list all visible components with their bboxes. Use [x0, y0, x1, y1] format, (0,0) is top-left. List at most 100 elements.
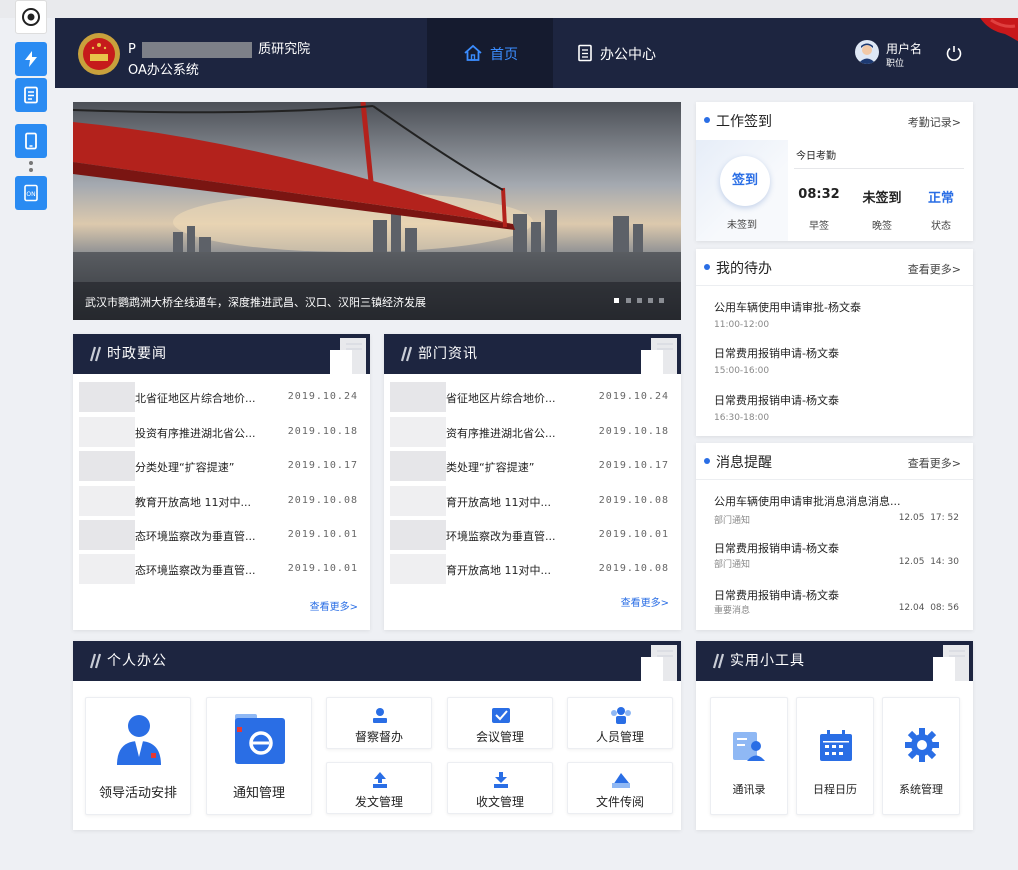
- tool-calendar[interactable]: 日程日历: [796, 697, 874, 815]
- banner-caption[interactable]: 武汉市鹦鹉洲大桥全线通车，深度推进武昌、汉口、汉阳三镇经济发展: [85, 294, 426, 310]
- tool-system-management[interactable]: 系统管理: [882, 697, 960, 815]
- news-thumbnail[interactable]: [390, 520, 446, 550]
- news-row-date: 2019.10.17: [598, 460, 669, 471]
- toggle-on-icon[interactable]: ON: [15, 176, 47, 210]
- message-more-link[interactable]: 查看更多>: [908, 455, 961, 471]
- nav-label-office: 办公中心: [600, 47, 656, 63]
- document-stack-deco-icon: [641, 338, 677, 374]
- news-thumbnail[interactable]: [79, 451, 135, 481]
- svg-text:ON: ON: [26, 191, 35, 198]
- dept-more-link[interactable]: 查看更多>: [621, 594, 669, 609]
- todo-item[interactable]: 日常费用报销申请-杨文泰 15:00-16:00: [714, 345, 839, 376]
- news-row[interactable]: 态环境监察改为垂直管... 2019.10.01: [73, 520, 370, 550]
- phone-icon[interactable]: [15, 124, 47, 158]
- meeting-icon: [492, 708, 510, 723]
- signin-area: 签到 未签到: [696, 140, 788, 241]
- message-item[interactable]: 日常费用报销申请-杨文泰 重要消息 12.04 08: 56: [714, 587, 959, 621]
- top-strip: [0, 0, 1018, 18]
- floating-toolbar: ON: [0, 0, 50, 230]
- org-name-suffix: 质研究院: [258, 42, 311, 57]
- attendance-morning-label: 早签: [809, 221, 829, 232]
- carousel-dot[interactable]: [637, 298, 642, 303]
- news-row-title: 分类处理“扩容提速”: [135, 461, 235, 474]
- carousel-dot[interactable]: [659, 298, 664, 303]
- lightning-icon[interactable]: [15, 42, 47, 76]
- personal-office-panel: 个人办公 领导活动安排 通知管理 督察督办 会议管理 人员管理 发文管理 收文管…: [73, 641, 681, 830]
- user-name[interactable]: 用户名: [886, 40, 922, 57]
- message-divider: [696, 479, 973, 480]
- news-row[interactable]: 资有序推进湖北省公... 2019.10.18: [384, 417, 681, 447]
- tile-label: 发文管理: [354, 795, 403, 809]
- news-row-date: 2019.10.18: [598, 426, 669, 437]
- carousel-dot[interactable]: [626, 298, 631, 303]
- dot: [29, 168, 33, 172]
- news-thumbnail[interactable]: [79, 554, 135, 584]
- today-attendance-label: 今日考勤: [796, 151, 836, 162]
- carousel-dot-active[interactable]: [614, 298, 619, 303]
- notes-icon[interactable]: [15, 78, 47, 112]
- attendance-records-link[interactable]: 考勤记录>: [908, 114, 961, 130]
- news-row[interactable]: 分类处理“扩容提速” 2019.10.17: [73, 451, 370, 481]
- news-row-title: 北省征地区片综合地价...: [135, 392, 256, 405]
- avatar[interactable]: [855, 40, 879, 64]
- news-thumbnail[interactable]: [390, 417, 446, 447]
- news-thumbnail[interactable]: [79, 486, 135, 516]
- nav-tab-home[interactable]: 首页: [427, 18, 553, 88]
- news-row[interactable]: 育开放高地 11对中... 2019.10.08: [384, 554, 681, 584]
- news-row-date: 2019.10.08: [287, 495, 358, 506]
- signin-status: 未签到: [727, 220, 757, 231]
- carousel-dot[interactable]: [648, 298, 653, 303]
- message-item-title: 公用车辆使用申请审批消息消息消息...: [714, 495, 901, 508]
- tile-people[interactable]: 人员管理: [567, 697, 673, 749]
- news-row[interactable]: 态环境监察改为垂直管... 2019.10.01: [73, 554, 370, 584]
- news-thumbnail[interactable]: [390, 486, 446, 516]
- attendance-status-label: 状态: [931, 221, 951, 232]
- tile-file-circulate[interactable]: 文件传阅: [567, 762, 673, 814]
- news-row[interactable]: 教育开放高地 11对中... 2019.10.08: [73, 486, 370, 516]
- news-row[interactable]: 环境监察改为垂直管... 2019.10.01: [384, 520, 681, 550]
- news-row[interactable]: 省征地区片综合地价... 2019.10.24: [384, 382, 681, 412]
- news-row-date: 2019.10.18: [287, 426, 358, 437]
- news-row-title: 态环境监察改为垂直管...: [135, 564, 256, 577]
- personal-title: 个人办公: [107, 653, 167, 669]
- news-row-date: 2019.10.08: [598, 495, 669, 506]
- target-icon[interactable]: [15, 0, 47, 34]
- message-item-title: 日常费用报销申请-杨文泰: [714, 589, 839, 602]
- tile-notice-management[interactable]: 通知管理: [206, 697, 312, 815]
- tile-leader-activity[interactable]: 领导活动安排: [85, 697, 191, 815]
- news-thumbnail[interactable]: [79, 382, 135, 412]
- tile-label: 领导活动安排: [98, 786, 177, 801]
- nav-tab-office[interactable]: 办公中心: [565, 18, 675, 88]
- news-thumbnail[interactable]: [79, 520, 135, 550]
- news-row[interactable]: 北省征地区片综合地价... 2019.10.24: [73, 382, 370, 412]
- banner-carousel[interactable]: 武汉市鹦鹉洲大桥全线通车，深度推进武昌、汉口、汉阳三镇经济发展: [73, 102, 681, 320]
- news-thumbnail[interactable]: [390, 382, 446, 412]
- news-thumbnail[interactable]: [390, 451, 446, 481]
- news-more-link[interactable]: 查看更多>: [310, 598, 358, 613]
- todo-more-link[interactable]: 查看更多>: [908, 261, 961, 277]
- news-thumbnail[interactable]: [390, 554, 446, 584]
- attendance-panel: 工作签到 考勤记录> 签到 未签到 今日考勤 08:32 未签到 正常 早签 晚…: [696, 102, 973, 241]
- tool-contacts[interactable]: 通讯录: [710, 697, 788, 815]
- slashes-icon: [400, 346, 412, 362]
- tile-send-doc[interactable]: 发文管理: [326, 762, 432, 814]
- message-item[interactable]: 日常费用报销申请-杨文泰 部门通知 12.05 14: 30: [714, 540, 959, 574]
- slashes-icon: [89, 346, 101, 362]
- tile-receive-doc[interactable]: 收文管理: [447, 762, 553, 814]
- todo-item-title: 日常费用报销申请-杨文泰: [714, 394, 839, 407]
- tile-supervise[interactable]: 督察督办: [326, 697, 432, 749]
- news-row[interactable]: 投资有序推进湖北省公... 2019.10.18: [73, 417, 370, 447]
- news-title: 时政要闻: [107, 346, 167, 362]
- power-icon[interactable]: [945, 44, 963, 66]
- tile-meeting[interactable]: 会议管理: [447, 697, 553, 749]
- news-thumbnail[interactable]: [79, 417, 135, 447]
- calendar-icon: [820, 730, 852, 761]
- signin-button[interactable]: 签到: [720, 156, 770, 206]
- message-item[interactable]: 公用车辆使用申请审批消息消息消息... 部门通知 12.05 17: 52: [714, 493, 959, 527]
- todo-item[interactable]: 公用车辆使用申请审批-杨文泰 11:00-12:00: [714, 299, 861, 330]
- tools-panel: 实用小工具 通讯录 日程日历 系统管理: [696, 641, 973, 830]
- news-row[interactable]: 育开放高地 11对中... 2019.10.08: [384, 486, 681, 516]
- news-row[interactable]: 类处理“扩容提速” 2019.10.17: [384, 451, 681, 481]
- news-row-title: 资有序推进湖北省公...: [446, 427, 556, 440]
- todo-item[interactable]: 日常费用报销申请-杨文泰 16:30-18:00: [714, 392, 839, 423]
